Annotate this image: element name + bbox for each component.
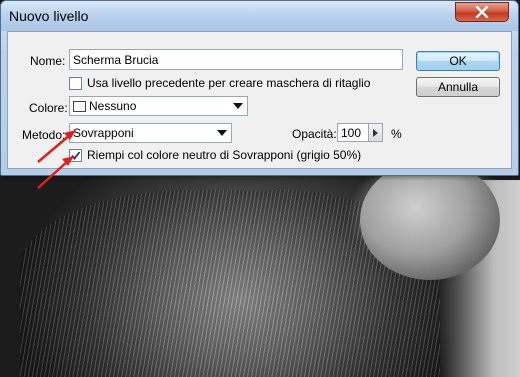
- title-bar[interactable]: Nuovo livello: [1, 1, 518, 31]
- opacity-value: 100: [341, 125, 362, 140]
- opacity-input[interactable]: 100: [337, 123, 369, 142]
- mode-label: Metodo:: [22, 128, 66, 142]
- opacity-unit: %: [391, 127, 402, 141]
- color-label: Colore:: [29, 101, 68, 115]
- mode-select-value: Sovrapponi: [73, 126, 134, 140]
- fill-neutral-checkbox[interactable]: [69, 149, 82, 162]
- dialog-title: Nuovo livello: [9, 8, 89, 24]
- cancel-button[interactable]: Annulla: [416, 77, 500, 97]
- opacity-slider-button[interactable]: [369, 123, 383, 142]
- spin-right-icon: [373, 128, 378, 137]
- dropdown-caret-icon: [217, 130, 227, 136]
- cancel-button-label: Annulla: [437, 80, 479, 94]
- color-select[interactable]: Nessuno: [69, 96, 248, 116]
- new-layer-dialog: Nuovo livello Nome: Scherma Brucia OK An…: [0, 0, 519, 176]
- ok-button-label: OK: [449, 54, 467, 68]
- name-input[interactable]: Scherma Brucia: [69, 49, 403, 70]
- clipping-mask-label: Usa livello precedente per creare masche…: [87, 76, 371, 90]
- name-label: Nome:: [30, 54, 66, 68]
- close-icon: [475, 6, 489, 18]
- checkmark-icon: [71, 151, 81, 160]
- nose-shape: [360, 160, 500, 280]
- color-select-value: Nessuno: [89, 99, 137, 113]
- ok-button[interactable]: OK: [416, 51, 500, 71]
- dialog-body: Nome: Scherma Brucia OK Annulla Usa live…: [7, 31, 512, 169]
- name-input-value: Scherma Brucia: [73, 52, 159, 67]
- opacity-label: Opacità:: [292, 127, 337, 141]
- clipping-mask-checkbox[interactable]: [69, 77, 82, 90]
- dropdown-caret-icon: [233, 103, 243, 109]
- mode-select[interactable]: Sovrapponi: [69, 123, 232, 143]
- fill-neutral-label: Riempi col colore neutro di Sovrapponi (…: [87, 148, 362, 162]
- color-swatch: [73, 100, 86, 112]
- close-button[interactable]: [455, 2, 509, 22]
